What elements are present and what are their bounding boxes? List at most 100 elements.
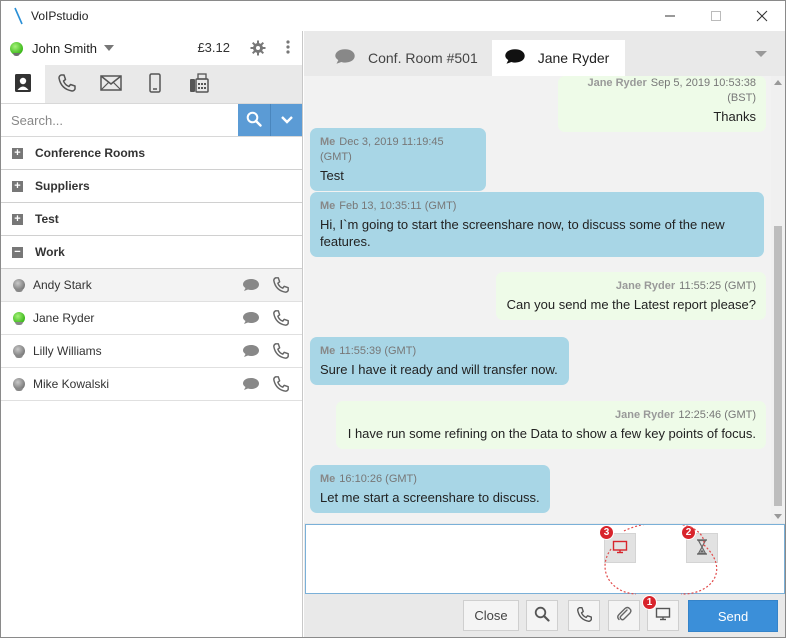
user-status-icon[interactable] — [10, 41, 23, 56]
message-time: 16:10:26 (GMT) — [339, 473, 417, 485]
message-bubble: Me 11:55:39 (GMT) Sure I have it ready an… — [310, 337, 569, 385]
chat-bubble-icon[interactable] — [242, 377, 260, 394]
tab-calls[interactable] — [45, 65, 89, 103]
contact-andy-stark[interactable]: Andy Stark — [1, 269, 302, 302]
contact-jane-ryder[interactable]: Jane Ryder — [1, 302, 302, 335]
search-icon — [534, 606, 550, 625]
phone-icon[interactable] — [272, 276, 290, 297]
tab-contacts[interactable] — [1, 65, 45, 103]
contact-status-icon — [13, 345, 25, 358]
attach-file-button[interactable] — [608, 600, 640, 631]
message-bubble: Jane Ryder 12:25:46 (GMT) I have run some… — [336, 401, 766, 449]
send-button[interactable]: Send — [688, 600, 778, 632]
expand-icon: + — [12, 180, 23, 192]
tab-mobile[interactable] — [133, 65, 177, 103]
phone-icon[interactable] — [272, 375, 290, 396]
message-text: Let me start a screenshare to discuss. — [320, 490, 540, 505]
message-sender: Me — [320, 345, 336, 357]
chat-bubble-icon[interactable] — [242, 311, 260, 328]
expand-icon: + — [12, 147, 23, 159]
message-text: Thanks — [713, 109, 756, 124]
user-name[interactable]: John Smith — [32, 41, 97, 56]
gear-icon[interactable] — [250, 40, 266, 59]
chat-bubble-icon — [504, 48, 526, 68]
group-test[interactable]: + Test — [1, 203, 302, 236]
message-bubble: Jane Ryder 11:55:25 (GMT) Can you send me… — [496, 272, 766, 320]
phone-icon — [576, 606, 593, 626]
title-bar: VoIPstudio — [1, 1, 785, 31]
message-text: Sure I have it ready and will transfer n… — [320, 362, 558, 377]
scroll-down-arrow-icon[interactable] — [774, 514, 782, 519]
monitor-icon — [612, 540, 628, 557]
message-text: Test — [320, 168, 344, 183]
envelope-icon — [100, 74, 122, 94]
group-conference-rooms[interactable]: + Conference Rooms — [1, 137, 302, 170]
message-sender: Jane Ryder — [615, 280, 676, 292]
user-menu-chevron-icon[interactable] — [104, 45, 115, 51]
maximize-button[interactable] — [693, 1, 739, 31]
contact-status-icon — [13, 378, 25, 391]
call-button[interactable] — [568, 600, 600, 631]
monitor-icon — [655, 607, 671, 624]
tab-messages[interactable] — [89, 65, 133, 103]
search-bar — [1, 103, 302, 137]
chat-bubble-icon[interactable] — [242, 344, 260, 361]
mobile-phone-icon — [149, 72, 161, 96]
voipstudio-logo-icon — [11, 7, 25, 25]
tab-fax[interactable] — [177, 65, 221, 103]
phone-icon[interactable] — [272, 309, 290, 330]
contacts-icon — [14, 73, 32, 96]
contact-name: Jane Ryder — [33, 311, 95, 325]
expand-icon: + — [12, 213, 23, 225]
chat-panel: Conf. Room #501 Jane Ryder Jane Ryder Sep… — [304, 31, 785, 637]
search-input[interactable] — [1, 104, 238, 136]
chat-scrollbar[interactable] — [771, 76, 785, 523]
contact-name: Mike Kowalski — [33, 377, 110, 391]
left-tabs — [1, 65, 302, 103]
contact-lilly-williams[interactable]: Lilly Williams — [1, 335, 302, 368]
phone-icon[interactable] — [272, 342, 290, 363]
message-sender: Jane Ryder — [615, 409, 675, 421]
message-time: Sep 5, 2019 10:53:38 (BST) — [650, 77, 756, 104]
contacts-panel: John Smith £3.12 Search... + Conference … — [1, 31, 303, 637]
step-badge: 2 — [681, 525, 696, 540]
group-work[interactable]: − Work — [1, 236, 302, 269]
window-title: VoIPstudio — [31, 9, 89, 23]
message-sender: Me — [320, 473, 336, 485]
contact-status-icon — [13, 312, 25, 325]
contact-status-icon — [13, 279, 25, 292]
app-window: VoIPstudio John Smith £3.12 Search... + … — [0, 0, 786, 638]
window-controls — [647, 1, 785, 31]
action-bar: Close 1 Send — [304, 595, 785, 637]
tab-conf-room-501[interactable]: Conf. Room #501 — [330, 40, 492, 76]
search-button[interactable] — [238, 104, 270, 136]
chat-bubble-icon[interactable] — [242, 278, 260, 295]
chevron-down-icon[interactable] — [755, 51, 767, 57]
close-chat-button[interactable]: Close — [463, 600, 519, 631]
group-label: Work — [35, 245, 65, 259]
search-icon — [246, 111, 262, 130]
message-time: 11:55:25 (GMT) — [679, 280, 756, 292]
message-list[interactable]: Jane Ryder Sep 5, 2019 10:53:38 (BST) Tha… — [304, 76, 785, 523]
message-text: I have run some refining on the Data to … — [347, 426, 756, 441]
scroll-up-arrow-icon[interactable] — [774, 80, 782, 85]
chevron-down-icon — [280, 113, 294, 128]
account-credit: £3.12 — [197, 40, 230, 55]
search-filter-button[interactable] — [270, 104, 302, 136]
close-button[interactable] — [739, 1, 785, 31]
scrollbar-thumb[interactable] — [774, 226, 782, 506]
more-options-icon[interactable] — [286, 39, 290, 58]
group-suppliers[interactable]: + Suppliers — [1, 170, 302, 203]
tab-jane-ryder[interactable]: Jane Ryder — [491, 40, 626, 76]
message-time: 12:25:46 (GMT) — [678, 409, 756, 421]
step-badge: 3 — [599, 525, 614, 540]
contact-name: Lilly Williams — [33, 344, 102, 358]
message-sender: Me — [320, 136, 336, 148]
search-messages-button[interactable] — [526, 600, 558, 631]
message-bubble: Me Dec 3, 2019 11:19:45 (GMT) Test — [310, 128, 486, 191]
message-input[interactable]: 3 2 — [305, 524, 785, 595]
chat-bubble-icon — [334, 48, 356, 68]
minimize-button[interactable] — [647, 1, 693, 31]
contact-mike-kowalski[interactable]: Mike Kowalski — [1, 368, 302, 401]
message-sender: Me — [320, 200, 336, 212]
